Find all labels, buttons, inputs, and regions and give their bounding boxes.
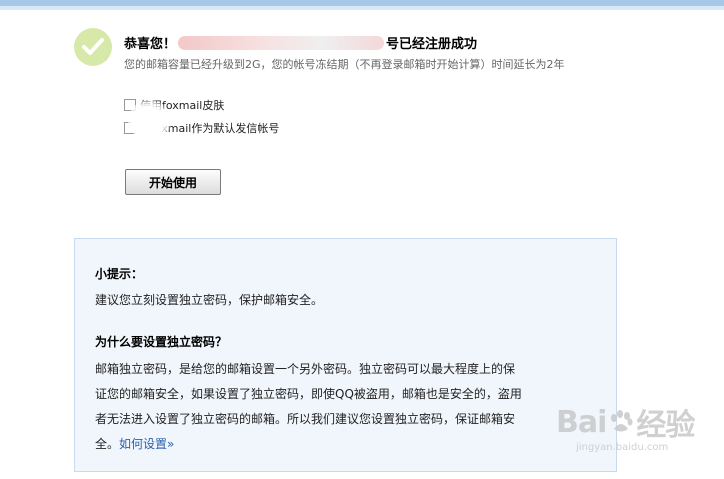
why-title: 为什么要设置独立密码？ (95, 335, 228, 349)
tips-title: 小提示： (95, 267, 144, 281)
checkmark-icon (74, 28, 112, 66)
top-bar (0, 0, 724, 10)
paw-icon (611, 410, 633, 432)
tips-panel: 小提示： 建议您立刻设置独立密码，保护邮箱安全。 为什么要设置独立密码？ 邮箱独… (74, 238, 617, 472)
success-subtitle: 您的邮箱容量已经升级到2G，您的帐号冻结期（不再登录邮箱时开始计算）时间延长为2… (124, 58, 565, 71)
why-last-text: 全。 (95, 437, 120, 451)
tips-text: 建议您立刻设置独立密码，保护邮箱安全。 (95, 293, 324, 307)
baidu-watermark: Bai 经验 jingyan.baidu.com (556, 400, 695, 454)
success-title-suffix: 号已经注册成功 (386, 37, 478, 52)
top-bar-stripe (0, 6, 724, 10)
redacted-email (178, 36, 385, 50)
how-to-set-link[interactable]: 如何设置» (119, 437, 174, 451)
redaction-blob (128, 100, 172, 140)
why-line: 邮箱独立密码，是给您的邮箱设置一个另外密码。独立密码可以最大程度上的保 (95, 362, 516, 376)
watermark-logo: Bai 经验 (556, 400, 695, 444)
start-button[interactable]: 开始使用 (125, 169, 221, 195)
watermark-brand2: 经验 (636, 408, 695, 443)
why-line: 者无法进入设置了独立密码的邮箱。所以我们建议您设置独立密码，保证邮箱安 (95, 412, 516, 426)
success-title: 恭喜您！ 号已经注册成功 (124, 33, 477, 52)
watermark-brand: Bai (556, 404, 607, 440)
why-line-last: 全。如何设置» (95, 432, 600, 457)
why-body: 邮箱独立密码，是给您的邮箱设置一个另外密码。独立密码可以最大程度上的保 证您的邮… (95, 357, 600, 457)
success-title-prefix: 恭喜您！ (124, 37, 177, 52)
why-line: 证您的邮箱安全，如果设置了独立密码，即使QQ被盗用，邮箱也是安全的，盗用 (95, 387, 522, 401)
